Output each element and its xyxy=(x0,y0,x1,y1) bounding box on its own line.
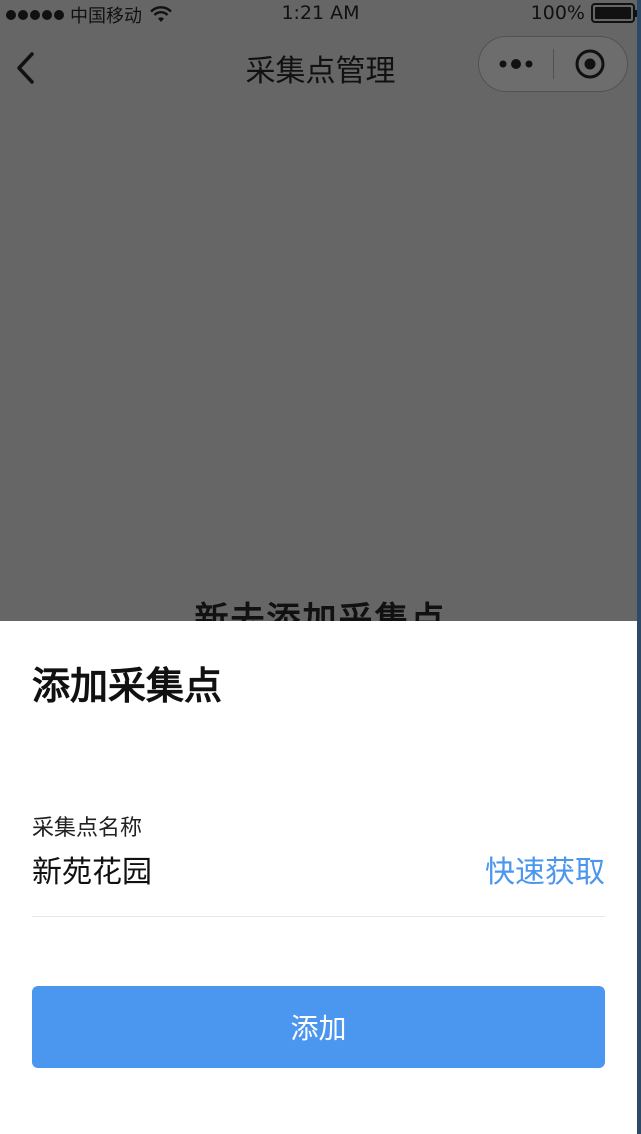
sheet-title: 添加采集点 xyxy=(32,664,223,708)
chevron-left-icon xyxy=(17,52,34,84)
window-edge xyxy=(637,0,641,1134)
target-circle-icon xyxy=(575,49,605,79)
point-name-label: 采集点名称 xyxy=(32,816,143,841)
battery-icon xyxy=(591,3,638,23)
add-point-sheet: 添加采集点 采集点名称 新苑花园 快速获取 添加 xyxy=(0,621,637,1134)
nav-bar: 采集点管理 xyxy=(0,28,641,106)
capsule-menu xyxy=(478,36,628,92)
add-button[interactable]: 添加 xyxy=(32,986,605,1068)
battery-percent: 100% xyxy=(530,2,585,24)
status-bar: 中国移动 1:21 AM 100% xyxy=(0,0,641,28)
point-name-input[interactable]: 新苑花园 xyxy=(32,847,152,891)
quick-fetch-link[interactable]: 快速获取 xyxy=(485,847,605,891)
more-dots-icon xyxy=(499,59,533,69)
field-divider xyxy=(32,916,605,917)
more-button[interactable] xyxy=(479,36,553,92)
screen: 中国移动 1:21 AM 100% 采集点管理 新去添加采集点 添加采集点 采集… xyxy=(0,0,641,1134)
back-button[interactable] xyxy=(8,48,42,88)
status-right: 100% xyxy=(530,2,638,24)
close-miniprogram-button[interactable] xyxy=(554,36,627,92)
